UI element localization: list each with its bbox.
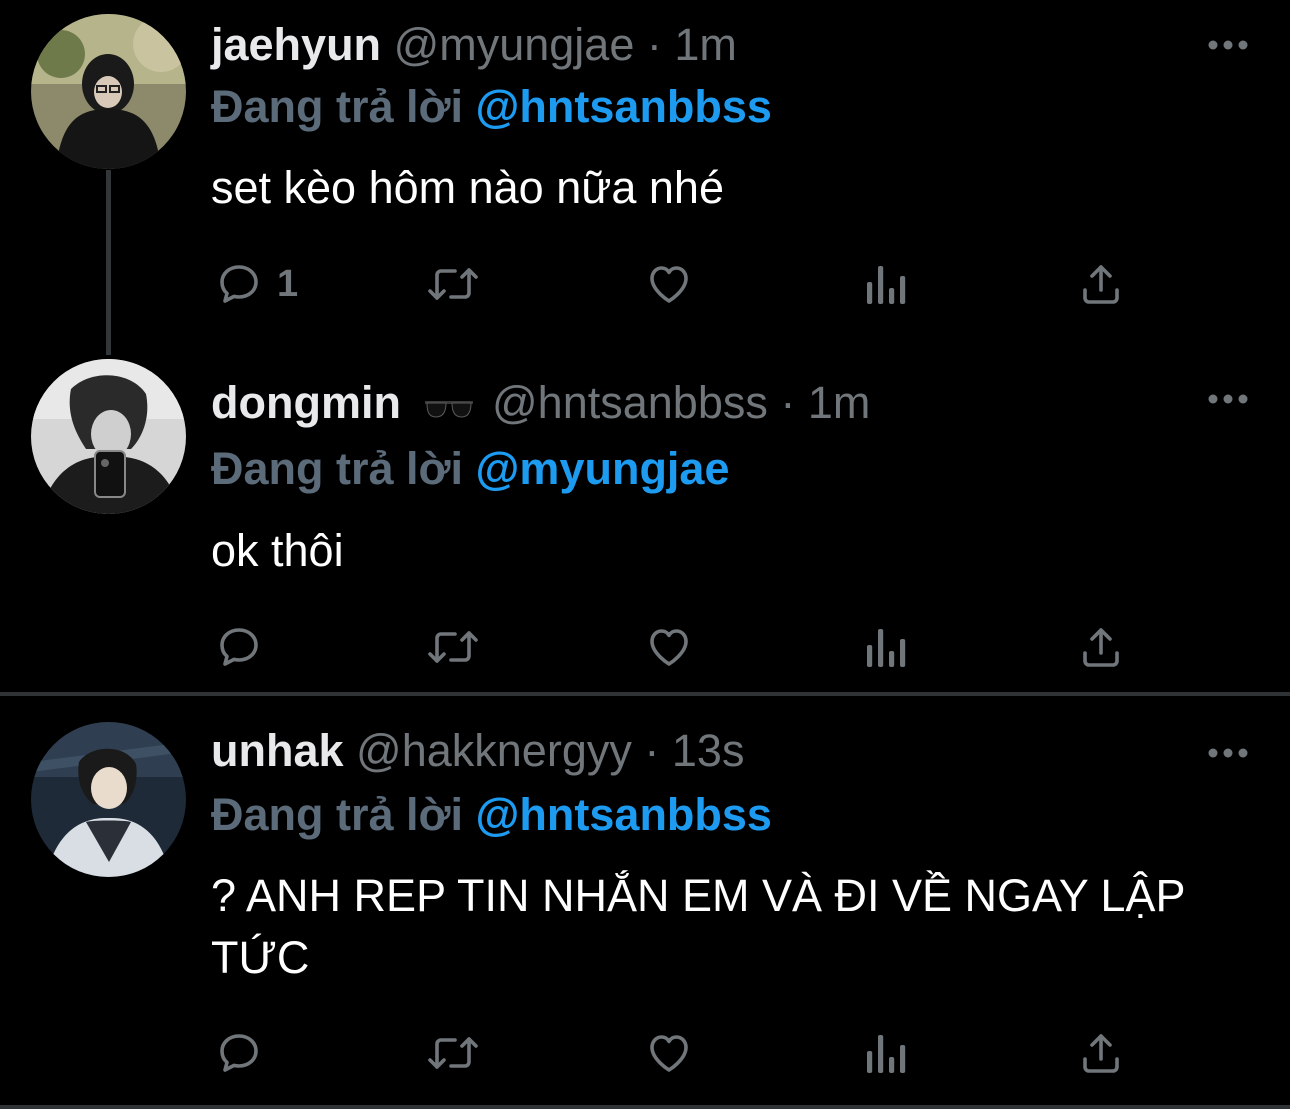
more-dots-icon[interactable]	[1208, 746, 1248, 758]
tweet-actions	[211, 1025, 1211, 1081]
replying-to-label: Đang trả lời	[211, 443, 464, 494]
share-button[interactable]	[1077, 619, 1125, 675]
tweet-header: unhak @hakknergyy · 13s	[211, 724, 744, 778]
like-button[interactable]	[645, 1025, 693, 1081]
user-handle[interactable]: @myungjae	[394, 19, 635, 70]
reply-mention-link[interactable]: @myungjae	[476, 443, 730, 494]
replying-to: Đang trả lời @hntsanbbss	[211, 788, 772, 842]
bar-chart-icon	[863, 623, 907, 671]
tweet-divider	[0, 692, 1290, 696]
reply-button[interactable]	[215, 1025, 277, 1081]
replying-to-label: Đang trả lời	[211, 789, 464, 840]
tweet-actions: 1	[211, 256, 1211, 312]
heart-icon	[645, 623, 693, 671]
reply-button[interactable]	[215, 619, 277, 675]
user-handle[interactable]: @hntsanbbss	[492, 377, 768, 428]
more-dots-icon[interactable]	[1208, 392, 1248, 404]
share-button[interactable]	[1077, 1025, 1125, 1081]
reply-button[interactable]: 1	[215, 256, 298, 312]
separator-dot: ·	[780, 377, 796, 428]
share-icon	[1077, 260, 1125, 308]
replying-to: Đang trả lời @hntsanbbss	[211, 80, 772, 134]
display-name[interactable]: unhak	[211, 725, 344, 776]
speech-bubble-icon	[215, 623, 263, 671]
bar-chart-icon	[863, 1029, 907, 1077]
separator-dot: ·	[644, 725, 660, 776]
timestamp[interactable]: 13s	[672, 725, 745, 776]
avatar[interactable]	[31, 14, 186, 169]
retweet-button[interactable]	[425, 619, 481, 675]
avatar[interactable]	[31, 359, 186, 514]
heart-icon	[645, 1029, 693, 1077]
tweet-text: ? ANH REP TIN NHẮN EM VÀ ĐI VỀ NGAY LẬP …	[211, 870, 1185, 983]
timestamp[interactable]: 1m	[808, 377, 871, 428]
more-dots-icon[interactable]	[1208, 38, 1248, 50]
speech-bubble-icon	[215, 1029, 263, 1077]
reply-mention-link[interactable]: @hntsanbbss	[476, 81, 772, 132]
replying-to: Đang trả lời @myungjae	[211, 442, 730, 496]
replying-to-label: Đang trả lời	[211, 81, 464, 132]
share-icon	[1077, 623, 1125, 671]
retweet-button[interactable]	[425, 256, 481, 312]
heart-icon	[645, 260, 693, 308]
timestamp[interactable]: 1m	[674, 19, 737, 70]
retweet-icon	[425, 260, 481, 308]
like-button[interactable]	[645, 619, 693, 675]
views-button[interactable]	[863, 619, 907, 675]
reply-count: 1	[277, 263, 299, 305]
user-handle[interactable]: @hakknergyy	[356, 725, 632, 776]
bar-chart-icon	[863, 260, 907, 308]
share-icon	[1077, 1029, 1125, 1077]
tweet-header: dongmin @hntsanbbss · 1m	[211, 376, 870, 433]
display-name[interactable]: dongmin	[211, 377, 401, 428]
views-button[interactable]	[863, 1025, 907, 1081]
separator-dot: ·	[646, 19, 662, 70]
tweet-text: set kèo hôm nào nữa nhé	[211, 162, 724, 213]
tweet-header: jaehyun @myungjae · 1m	[211, 18, 737, 72]
reply-mention-link[interactable]: @hntsanbbss	[476, 789, 772, 840]
retweet-button[interactable]	[425, 1025, 481, 1081]
like-button[interactable]	[645, 256, 693, 312]
thread-connector	[106, 170, 111, 355]
retweet-icon	[425, 1029, 481, 1077]
tweet-text: ok thôi	[211, 525, 344, 576]
retweet-icon	[425, 623, 481, 671]
avatar[interactable]	[31, 722, 186, 877]
display-name[interactable]: jaehyun	[211, 19, 381, 70]
share-button[interactable]	[1077, 256, 1125, 312]
speech-bubble-icon	[215, 260, 263, 308]
tweet-actions	[211, 619, 1211, 675]
tweet-divider	[0, 1105, 1290, 1109]
views-button[interactable]	[863, 256, 907, 312]
sunglasses-icon	[423, 379, 475, 433]
